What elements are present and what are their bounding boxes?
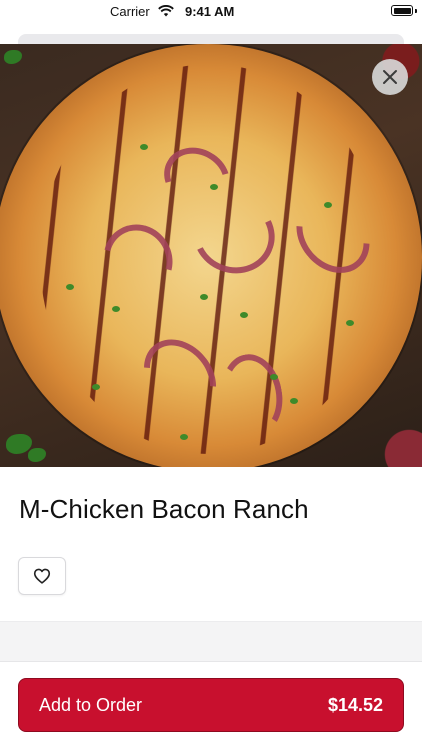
favorite-button[interactable] (18, 557, 66, 595)
herb (92, 384, 100, 390)
herb (240, 312, 248, 318)
battery-tip (415, 8, 417, 13)
parsley-garnish (4, 50, 22, 64)
heart-outline-icon (33, 568, 51, 584)
herb (324, 202, 332, 208)
battery-icon (391, 5, 413, 16)
add-to-order-button[interactable]: Add to Order $14.52 (18, 678, 404, 732)
herb (140, 144, 148, 150)
add-to-order-label: Add to Order (39, 694, 143, 715)
close-button[interactable] (372, 59, 408, 95)
herb (200, 294, 208, 300)
item-image (0, 44, 422, 467)
herb (290, 398, 298, 404)
herb (270, 374, 278, 380)
herb (112, 306, 120, 312)
herb (346, 320, 354, 326)
herb (66, 284, 74, 290)
section-divider (0, 621, 422, 662)
close-icon (383, 70, 397, 84)
item-title: M-Chicken Bacon Ranch (19, 494, 309, 524)
herb (210, 184, 218, 190)
status-time: 9:41 AM (185, 4, 235, 19)
carrier-label: Carrier (110, 4, 150, 19)
status-bar: Carrier 9:41 AM (0, 0, 422, 24)
wifi-icon (158, 5, 174, 17)
order-price: $14.52 (327, 694, 383, 715)
herb (180, 434, 188, 440)
parsley-garnish (28, 448, 46, 462)
